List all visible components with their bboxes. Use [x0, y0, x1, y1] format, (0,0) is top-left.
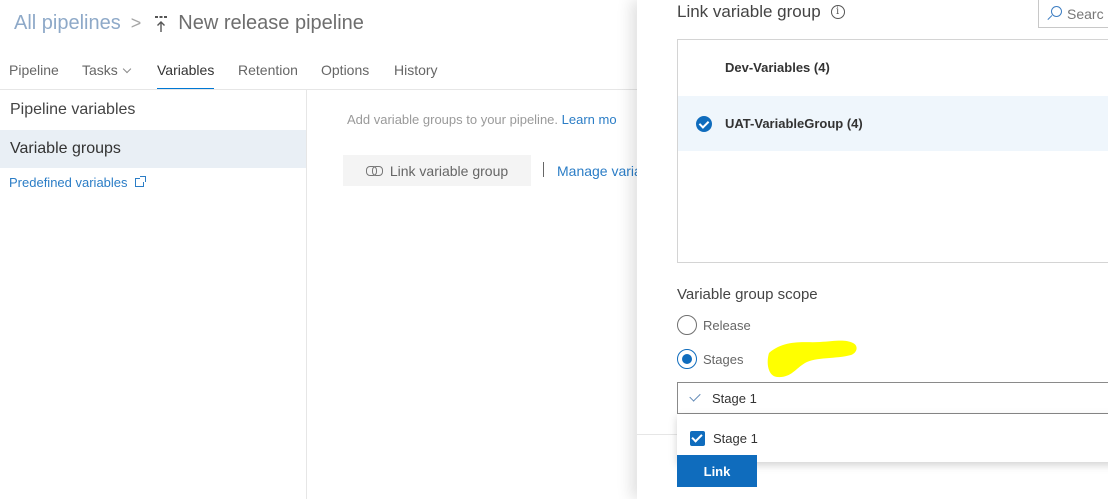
breadcrumb-all-pipelines[interactable]: All pipelines — [14, 12, 121, 35]
hint-text: Add variable groups to your pipeline. — [347, 112, 559, 127]
tab-pipeline[interactable]: Pipeline — [9, 58, 59, 90]
radio-label: Stages — [703, 351, 744, 367]
search-icon — [1047, 6, 1062, 21]
scope-radio-release[interactable]: Release — [677, 315, 751, 335]
tab-retention[interactable]: Retention — [238, 58, 298, 90]
panel-title: Link variable group i — [677, 2, 845, 22]
group-name: Dev-Variables (4) — [725, 60, 830, 75]
tab-options[interactable]: Options — [321, 58, 369, 90]
learn-more-link[interactable]: Learn mo — [562, 112, 617, 127]
nav-variable-groups[interactable]: Variable groups — [0, 130, 306, 168]
checkbox-icon[interactable] — [690, 430, 705, 446]
tab-label: Tasks — [82, 62, 118, 78]
dropdown-option-stage-1[interactable]: Stage 1 — [677, 430, 758, 446]
list-item-uat-variablegroup[interactable]: UAT-VariableGroup (4) — [678, 96, 1108, 151]
tab-label: Pipeline — [9, 62, 59, 78]
scope-radio-stages[interactable]: Stages — [677, 349, 743, 369]
link-button[interactable]: Link — [677, 455, 757, 487]
breadcrumb: All pipelines > New release pipeline — [14, 12, 364, 35]
pipeline-icon — [153, 13, 169, 35]
variable-groups-hint: Add variable groups to your pipeline. Le… — [347, 112, 617, 127]
left-nav-divider — [306, 90, 307, 499]
external-link-icon — [134, 176, 146, 187]
scope-label: Variable group scope — [677, 286, 818, 303]
list-item-dev-variables[interactable]: Dev-Variables (4) — [678, 40, 1108, 95]
tab-bar: Pipeline Tasks Variables Retention Optio… — [0, 58, 640, 90]
tab-label: Variables — [157, 62, 215, 78]
variable-group-list: Dev-Variables (4) UAT-VariableGroup (4) — [677, 39, 1108, 263]
radio-button[interactable] — [677, 315, 697, 335]
panel-title-text: Link variable group — [677, 2, 821, 21]
tab-divider — [0, 89, 640, 90]
breadcrumb-separator: > — [130, 13, 142, 33]
search-placeholder: Searc — [1067, 5, 1104, 22]
predefined-variables-link[interactable]: Predefined variables — [9, 175, 146, 190]
search-input[interactable]: Searc — [1038, 0, 1108, 28]
page-title: New release pipeline — [178, 12, 364, 34]
predefined-variables-label: Predefined variables — [9, 175, 128, 190]
tab-label: Options — [321, 62, 370, 78]
link-variable-group-panel: Link variable group i Searc Dev-Variable… — [637, 0, 1108, 499]
stage-dropdown[interactable]: Stage 1 — [677, 382, 1108, 414]
tab-label: Retention — [238, 62, 298, 78]
radio-label: Release — [703, 317, 751, 333]
chain-link-icon — [365, 166, 383, 176]
tab-label: History — [394, 62, 438, 78]
dropdown-value: Stage 1 — [712, 390, 757, 406]
chevron-down-icon — [122, 64, 132, 74]
highlighter-mark — [767, 340, 857, 378]
link-variable-group-label: Link variable group — [389, 162, 509, 179]
check-icon — [689, 390, 701, 402]
tab-history[interactable]: History — [394, 58, 438, 90]
tab-variables[interactable]: Variables — [157, 58, 215, 90]
tab-tasks[interactable]: Tasks — [82, 58, 132, 90]
manage-variable-groups-link[interactable]: Manage varia — [557, 163, 637, 179]
check-circle-icon — [696, 115, 712, 132]
action-separator — [543, 162, 544, 177]
link-variable-group-button[interactable]: Link variable group — [343, 155, 531, 186]
info-icon[interactable]: i — [830, 5, 845, 19]
group-name: UAT-VariableGroup (4) — [725, 116, 863, 131]
dropdown-option-label: Stage 1 — [713, 430, 758, 446]
nav-pipeline-variables[interactable]: Pipeline variables — [0, 91, 306, 129]
radio-button[interactable] — [677, 349, 697, 369]
